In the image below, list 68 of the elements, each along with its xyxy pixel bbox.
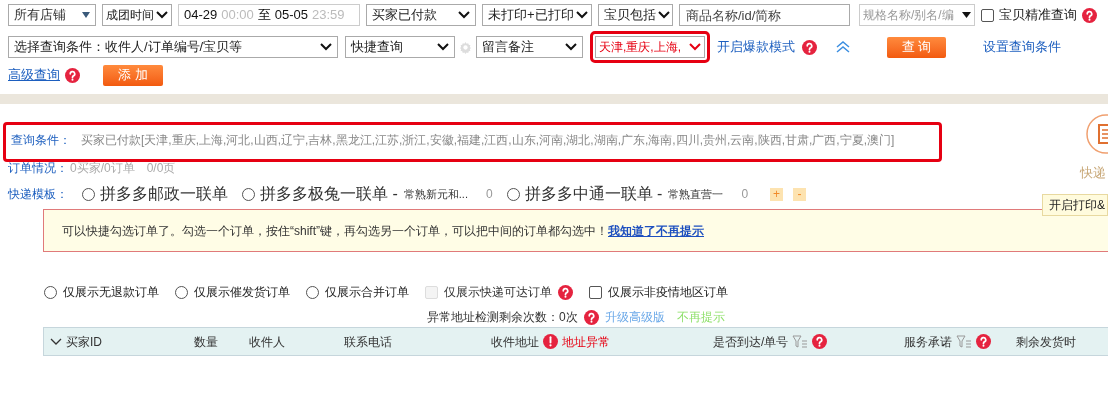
template-name: 拼多多中通一联单 -	[524, 184, 663, 204]
help-icon[interactable]	[65, 67, 80, 83]
filter-label: 仅展示催发货订单	[194, 284, 290, 301]
column-header: 服务承诺	[904, 333, 952, 351]
advanced-query-link[interactable]: 高级查询	[8, 65, 60, 85]
column-header: 联系电话	[344, 333, 392, 351]
region-select[interactable]: 天津,重庆,上海,	[595, 36, 705, 58]
chevron-down-icon	[156, 11, 168, 19]
template-note: 常熟直营一	[668, 186, 724, 202]
column-header: 剩余发货时	[1016, 333, 1076, 351]
help-icon[interactable]	[802, 39, 817, 55]
tooltip: 开启打印&	[1042, 194, 1108, 216]
hot-mode-link[interactable]: 开启爆款模式	[717, 37, 795, 57]
order-status-label: 订单情况：	[8, 160, 68, 177]
address-check-text: 异常地址检测剩余次数：0次	[427, 309, 578, 326]
column-header: 买家ID	[66, 333, 102, 351]
help-icon[interactable]	[1082, 7, 1097, 23]
shop-select[interactable]: 所有店铺	[8, 4, 96, 26]
filter-label: 仅展示非疫情地区订单	[608, 284, 728, 301]
settings-link[interactable]: 设置查询条件	[983, 37, 1061, 57]
triangle-down-icon	[82, 12, 90, 18]
shortcut-label: 快递	[1080, 164, 1106, 182]
item-filter-select[interactable]: 宝贝包括	[598, 4, 673, 26]
triangle-down-icon	[962, 12, 971, 18]
date-range-field[interactable]: 04-29 00:00 至 05-05 23:59	[178, 4, 360, 26]
chevron-down-icon	[437, 43, 449, 51]
pay-status-select[interactable]: 买家已付款	[366, 4, 476, 26]
chevron-down-icon	[320, 43, 332, 51]
warning-icon	[543, 334, 558, 349]
query-condition-text: 买家已付款[天津,重庆,上海,河北,山西,辽宁,吉林,黑龙江,江苏,浙江,安徽,福建,江西,山东,河南,湖北,湖南,广东,海南,四川,贵州,云南,陕西,甘肃,广西,宁夏,澳门]	[81, 132, 895, 149]
chevron-down-icon	[458, 11, 470, 19]
column-header: 数量	[194, 333, 218, 351]
condition-select[interactable]: 选择查询条件：收件人/订单编号/宝贝等	[8, 36, 338, 58]
chevron-down-icon	[658, 11, 670, 19]
template-note: 常熟新元和...	[403, 186, 468, 202]
filter-label: 仅展示合并订单	[325, 284, 409, 301]
order-count-text: 0买家/0订单	[70, 160, 135, 177]
template-name: 拼多多极兔一联单 -	[260, 184, 398, 204]
chevron-down-icon	[689, 43, 701, 51]
template-count: 0	[741, 186, 749, 203]
column-header: 是否到达/单号	[713, 333, 789, 351]
column-header: 收件人	[249, 333, 285, 351]
print-status-select[interactable]: 未打印+已打印	[482, 4, 592, 26]
chevron-down-icon	[575, 11, 588, 19]
time-type-select[interactable]: 成团时间	[102, 4, 172, 26]
chevron-down-icon[interactable]	[50, 337, 62, 346]
collapse-icon[interactable]	[836, 41, 850, 53]
query-condition-label: 查询条件：	[11, 132, 71, 149]
help-icon[interactable]	[976, 334, 991, 349]
template-name: 拼多多邮政一联单	[100, 184, 228, 204]
item-search-field[interactable]: 商品名称/id/简称	[679, 4, 850, 26]
column-header: 收件地址	[491, 333, 539, 351]
template-count: 0	[485, 186, 493, 203]
notice-text: 可以快捷勾选订单了。勾选一个订单，按住“shift”键，再勾选另一个订单，可以把中间的订单都勾选中！	[62, 222, 608, 240]
chevron-down-icon	[565, 43, 577, 51]
express-template-label: 快递模板：	[8, 186, 68, 203]
quick-query-select[interactable]: 快捷查询	[345, 36, 455, 58]
dismiss-notice-link[interactable]: 我知道了不再提示	[608, 221, 704, 240]
filter-label: 仅展示快递可达订单	[444, 284, 552, 301]
help-icon[interactable]	[812, 334, 828, 349]
page-count-text: 0/0页	[146, 160, 176, 177]
checkbox[interactable]	[981, 8, 994, 22]
checkbox[interactable]	[589, 285, 602, 299]
checkbox-label: 宝贝精准查询	[999, 6, 1077, 25]
remark-select[interactable]: 留言备注	[476, 36, 583, 58]
filter-label: 仅展示无退款订单	[63, 284, 159, 301]
address-warning-text: 地址异常	[562, 333, 610, 351]
help-icon[interactable]	[583, 309, 599, 325]
